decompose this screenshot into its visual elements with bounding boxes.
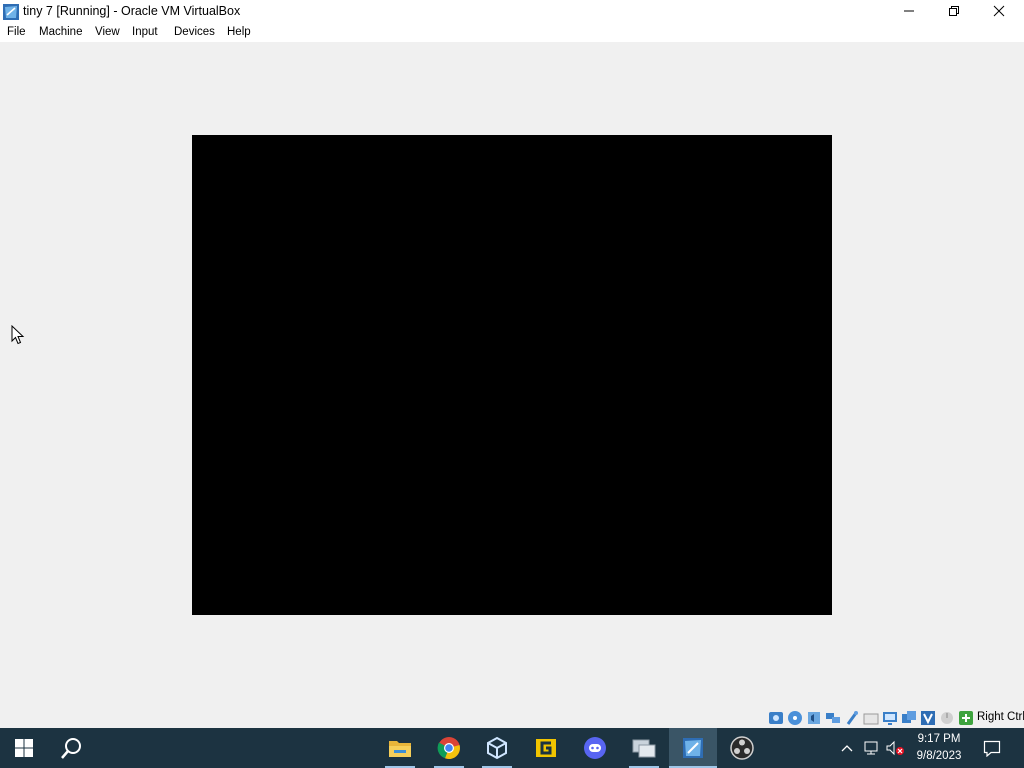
clock-date: 9/8/2023	[916, 750, 962, 762]
file-explorer-icon	[389, 741, 411, 757]
chrome-icon	[437, 737, 460, 760]
taskbar: 9:17 PM 9/8/2023	[0, 728, 1024, 768]
network-app-icon	[632, 739, 656, 758]
usb-icon[interactable]	[844, 710, 860, 726]
mouse-cursor-icon	[11, 325, 25, 345]
search-icon	[61, 738, 81, 759]
taskbar-obs[interactable]	[718, 728, 766, 768]
obs-icon	[730, 736, 754, 760]
volume-muted-icon	[886, 740, 904, 756]
g-app-icon	[536, 739, 556, 757]
windows-icon	[15, 739, 33, 757]
taskbar-discord[interactable]	[571, 728, 619, 768]
menu-machine[interactable]: Machine	[39, 26, 82, 38]
title-bar: tiny 7 [Running] - Oracle VM VirtualBox	[0, 0, 1024, 24]
host-key-label[interactable]: Right Ctrl	[977, 711, 1024, 723]
tray-overflow-button[interactable]	[838, 728, 856, 768]
menu-bar: File Machine View Input Devices Help	[0, 24, 1024, 42]
vm-display[interactable]	[192, 135, 832, 615]
search-button[interactable]	[48, 728, 96, 768]
virtualbox-app-icon[interactable]	[2, 3, 20, 21]
menu-file[interactable]: File	[7, 26, 26, 38]
keyboard-capture-icon[interactable]	[958, 710, 974, 726]
taskbar-clock[interactable]: 9:17 PM 9/8/2023	[908, 731, 970, 765]
mouse-integration-icon[interactable]	[939, 710, 955, 726]
clock-time: 9:17 PM	[917, 733, 961, 745]
taskbar-g-app[interactable]	[522, 728, 570, 768]
close-icon	[993, 5, 1004, 17]
minimize-button[interactable]	[886, 0, 931, 22]
minimize-icon	[903, 10, 914, 12]
menu-help[interactable]: Help	[227, 26, 251, 38]
discord-icon	[584, 737, 606, 759]
status-icons	[768, 710, 974, 726]
taskbar-network-app[interactable]	[620, 728, 668, 768]
close-button[interactable]	[976, 0, 1021, 22]
window-title: tiny 7 [Running] - Oracle VM VirtualBox	[23, 4, 241, 18]
virtualbox-icon	[487, 736, 507, 760]
network-tray-icon	[864, 741, 878, 755]
menu-devices[interactable]: Devices	[174, 26, 215, 38]
tray-network[interactable]	[861, 728, 881, 768]
restore-button[interactable]	[931, 0, 976, 22]
taskbar-virtualbox-vm[interactable]	[669, 728, 717, 768]
audio-icon[interactable]	[806, 710, 822, 726]
action-center-button[interactable]	[978, 728, 1006, 768]
status-bar: Right Ctrl	[0, 708, 1024, 728]
restore-icon	[948, 6, 959, 16]
network-icon[interactable]	[825, 710, 841, 726]
start-button[interactable]	[0, 728, 48, 768]
taskbar-file-explorer[interactable]	[376, 728, 424, 768]
taskbar-chrome[interactable]	[425, 728, 473, 768]
virtualization-icon[interactable]	[920, 710, 936, 726]
optical-drive-icon[interactable]	[787, 710, 803, 726]
menu-input[interactable]: Input	[132, 26, 158, 38]
shared-folders-icon[interactable]	[863, 710, 879, 726]
recording-icon[interactable]	[901, 710, 917, 726]
display-icon[interactable]	[882, 710, 898, 726]
menu-view[interactable]: View	[95, 26, 120, 38]
taskbar-virtualbox[interactable]	[473, 728, 521, 768]
hard-disk-icon[interactable]	[768, 710, 784, 726]
notification-icon	[983, 740, 1001, 757]
chevron-up-icon	[841, 745, 853, 752]
tray-volume[interactable]	[884, 728, 906, 768]
virtualbox-vm-icon	[683, 738, 703, 758]
